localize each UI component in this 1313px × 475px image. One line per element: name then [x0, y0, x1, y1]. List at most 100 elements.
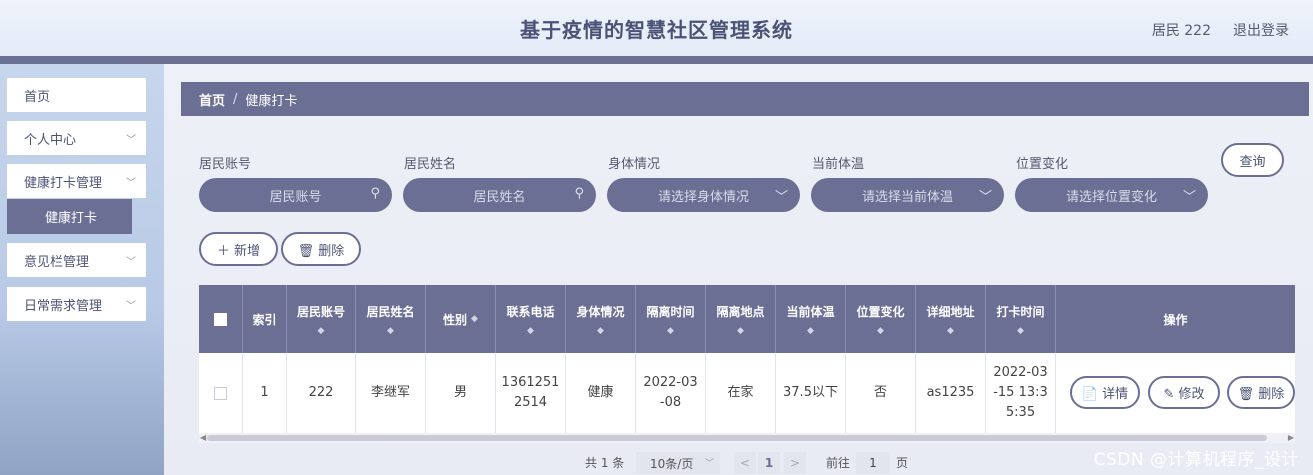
sidebar-item-home[interactable]: 首页: [7, 78, 146, 112]
col-account[interactable]: 居民账号 ◆: [287, 285, 356, 353]
account-search-input[interactable]: 居民账号 ⚲: [199, 178, 392, 212]
sidebar-subitem-health-checkin[interactable]: 健康打卡: [7, 199, 132, 234]
col-location-change[interactable]: 位置变化 ◆: [846, 285, 916, 353]
chevron-down-icon: ﹀: [126, 178, 136, 189]
sidebar-item-label: 首页: [24, 89, 51, 105]
filter-label-temperature: 当前体温: [812, 157, 865, 172]
sidebar-item-label: 个人中心: [24, 132, 77, 148]
column-title: 身体情况: [576, 304, 625, 319]
sidebar-item-label: 健康打卡管理: [24, 175, 103, 191]
sort-icon[interactable]: ◆: [387, 326, 394, 336]
column-title: 联系电话: [506, 304, 555, 319]
pagination-total: 共 1 条: [585, 456, 625, 470]
filter-label-name: 居民姓名: [404, 157, 457, 172]
col-gender[interactable]: 性别 ◆: [426, 285, 496, 353]
table-cell: 1: [243, 353, 287, 433]
table-cell: 222: [287, 353, 356, 433]
sort-icon[interactable]: ◆: [877, 326, 884, 336]
sidebar-item-daily-needs-mgmt[interactable]: 日常需求管理 ﹀: [7, 287, 146, 321]
current-page[interactable]: 1: [758, 452, 780, 474]
column-title: 隔离时间: [646, 304, 695, 319]
col-name[interactable]: 居民姓名 ◆: [356, 285, 426, 353]
sidebar-item-personal-center[interactable]: 个人中心 ﹀: [7, 121, 146, 155]
column-title: 详细地址: [926, 304, 975, 319]
chevron-down-icon: ﹀: [126, 257, 136, 268]
col-phone[interactable]: 联系电话 ◆: [496, 285, 566, 353]
name-search-input[interactable]: 居民姓名 ⚲: [403, 178, 596, 212]
column-title: 操作: [1163, 312, 1188, 327]
select-all-checkbox[interactable]: [214, 312, 227, 326]
page-size-select[interactable]: 10条/页 ﹀: [636, 452, 720, 474]
table-cell: as1235: [916, 353, 986, 433]
data-table: 索引 居民账号 ◆ 居民姓名 ◆ 性别 ◆ 联系电话 ◆ 身体情况 ◆ 隔离时间 ◆ 隔离地…: [199, 285, 1295, 433]
page-unit-label: 页: [896, 456, 909, 470]
col-temperature[interactable]: 当前体温 ◆: [776, 285, 846, 353]
table-cell: 李继军: [356, 353, 426, 433]
sort-icon[interactable]: ◆: [597, 326, 604, 336]
goto-page-input[interactable]: 1: [856, 452, 890, 474]
page-size-value: 10条/页: [650, 456, 694, 471]
column-title: 索引: [252, 312, 277, 327]
sort-icon[interactable]: ◆: [471, 314, 478, 324]
column-title: 居民账号: [296, 304, 345, 319]
filter-label-location-change: 位置变化: [1016, 157, 1069, 172]
scroll-left-icon[interactable]: ◀: [200, 433, 206, 442]
filter-label-account: 居民账号: [199, 157, 252, 172]
delete-selected-button[interactable]: 🗑 删除: [281, 232, 361, 266]
temperature-select[interactable]: 请选择当前体温 ﹀: [811, 178, 1004, 212]
health-select[interactable]: 请选择身体情况 ﹀: [607, 178, 800, 212]
prev-page-button[interactable]: <: [734, 452, 756, 474]
column-title: 打卡时间: [996, 304, 1045, 319]
column-title: 性别: [443, 312, 468, 327]
breadcrumb-current: 健康打卡: [245, 93, 298, 109]
select-placeholder: 请选择位置变化: [1065, 189, 1157, 205]
scrollbar-thumb[interactable]: [207, 435, 1267, 441]
header-divider: [0, 56, 1313, 64]
sort-icon[interactable]: ◆: [947, 326, 954, 336]
goto-label: 前往: [826, 456, 851, 470]
search-icon: ⚲: [370, 186, 380, 201]
logout-link[interactable]: 退出登录: [1233, 20, 1289, 40]
table-cell: 2022-03 -08: [636, 353, 706, 433]
next-page-button[interactable]: >: [784, 452, 806, 474]
table-cell: 否: [846, 353, 916, 433]
row-select-cell: [199, 353, 243, 433]
select-placeholder: 请选择身体情况: [657, 189, 749, 205]
edit-button[interactable]: ✎ 修改: [1148, 376, 1220, 409]
chevron-down-icon: ﹀: [126, 135, 136, 146]
watermark: CSDN @计算机程序_设计: [1093, 450, 1299, 470]
col-health[interactable]: 身体情况 ◆: [566, 285, 636, 353]
chevron-down-icon: ﹀: [1182, 190, 1196, 205]
add-button[interactable]: ＋ 新增: [199, 232, 278, 266]
column-title: 隔离地点: [716, 304, 765, 319]
delete-row-button[interactable]: 🗑 删除: [1227, 376, 1295, 409]
sort-icon[interactable]: ◆: [667, 326, 674, 336]
column-title: 当前体温: [786, 304, 835, 319]
breadcrumb-home[interactable]: 首页: [199, 90, 225, 109]
sort-icon[interactable]: ◆: [318, 326, 325, 336]
col-isolation-place[interactable]: 隔离地点 ◆: [706, 285, 776, 353]
table-cell: 1361251 2514: [496, 353, 566, 433]
scroll-right-icon[interactable]: ▶: [1288, 433, 1294, 442]
query-button[interactable]: 查询: [1221, 143, 1284, 177]
row-checkbox[interactable]: [214, 386, 227, 400]
sort-icon[interactable]: ◆: [737, 326, 744, 336]
col-checkin-time[interactable]: 打卡时间 ◆: [986, 285, 1056, 353]
sort-icon[interactable]: ◆: [527, 326, 534, 336]
location-change-select[interactable]: 请选择位置变化 ﹀: [1015, 178, 1208, 212]
sort-icon[interactable]: ◆: [807, 326, 814, 336]
column-title: 居民姓名: [366, 304, 415, 319]
sidebar-item-health-checkin-mgmt[interactable]: 健康打卡管理 ﹀: [7, 164, 146, 198]
sidebar-item-label: 日常需求管理: [24, 298, 103, 314]
sort-icon[interactable]: ◆: [1017, 326, 1024, 336]
details-button[interactable]: 📄 详情: [1070, 376, 1140, 409]
sidebar-item-label: 意见栏管理: [24, 254, 90, 270]
top-header: 基于疫情的智慧社区管理系统 居民 222 退出登录: [0, 0, 1313, 56]
col-address[interactable]: 详细地址 ◆: [916, 285, 986, 353]
search-icon: ⚲: [574, 186, 584, 201]
col-isolation-time[interactable]: 隔离时间 ◆: [636, 285, 706, 353]
horizontal-scrollbar[interactable]: ◀ ▶: [199, 433, 1295, 443]
sidebar-item-feedback-mgmt[interactable]: 意见栏管理 ﹀: [7, 243, 146, 277]
table-cell: 在家: [706, 353, 776, 433]
chevron-down-icon: ﹀: [126, 301, 136, 312]
